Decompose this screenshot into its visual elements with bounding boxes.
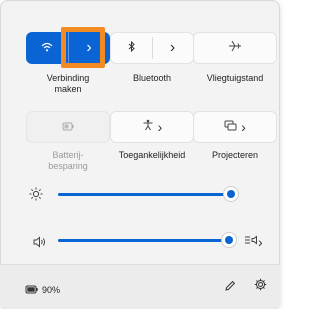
battery-saver-label-line2: besparing <box>48 161 88 171</box>
battery-saver-label: Batterij- besparing <box>23 150 113 172</box>
battery-percent: 90% <box>42 285 61 295</box>
project-tile[interactable]: › <box>193 111 277 143</box>
bluetooth-expand-button[interactable]: › <box>152 33 193 63</box>
footer-bar: 90% <box>0 264 280 309</box>
wifi-icon <box>41 39 53 57</box>
battery-icon <box>25 281 39 299</box>
volume-slider-thumb[interactable] <box>222 233 236 247</box>
chevron-right-icon: › <box>169 39 176 56</box>
pencil-icon[interactable] <box>224 279 236 297</box>
airplane-icon <box>228 39 242 57</box>
airplane-mode-label: Vliegtuigstand <box>206 73 264 83</box>
brightness-slider-thumb[interactable] <box>224 187 238 201</box>
battery-saver-icon <box>62 118 74 136</box>
bluetooth-toggle-button[interactable] <box>111 33 152 63</box>
accessibility-label: Toegankelijkheid <box>118 150 186 160</box>
accessibility-icon <box>142 118 154 136</box>
bluetooth-tile: › <box>110 32 194 64</box>
wifi-label-line2: maken <box>54 84 82 94</box>
gear-icon[interactable] <box>254 278 267 296</box>
audio-output-icon <box>244 233 258 251</box>
volume-slider-track[interactable] <box>58 239 231 242</box>
highlight-box <box>61 27 105 68</box>
chevron-right-icon: › <box>157 119 163 135</box>
wifi-label-line1: Verbinding <box>46 73 90 83</box>
project-icon <box>224 118 237 136</box>
battery-saver-tile[interactable] <box>26 111 110 143</box>
battery-saver-label-line1: Batterij- <box>52 150 84 160</box>
audio-output-button[interactable]: › <box>244 233 263 251</box>
sun-icon <box>29 187 43 206</box>
speaker-icon[interactable] <box>33 235 47 253</box>
quick-settings-panel: › › Verbinding maken Bluetooth Vliegtuig… <box>0 0 280 309</box>
accessibility-tile[interactable]: › <box>110 111 194 143</box>
battery-status[interactable]: 90% <box>25 281 60 299</box>
bluetooth-icon <box>128 39 136 57</box>
project-label: Projecteren <box>211 150 259 160</box>
chevron-right-icon: › <box>258 234 263 250</box>
airplane-mode-tile[interactable] <box>193 32 277 64</box>
bluetooth-label: Bluetooth <box>132 73 172 83</box>
wifi-label: Verbinding maken <box>23 73 113 95</box>
brightness-slider-track[interactable] <box>58 193 231 196</box>
chevron-right-icon: › <box>241 119 246 135</box>
